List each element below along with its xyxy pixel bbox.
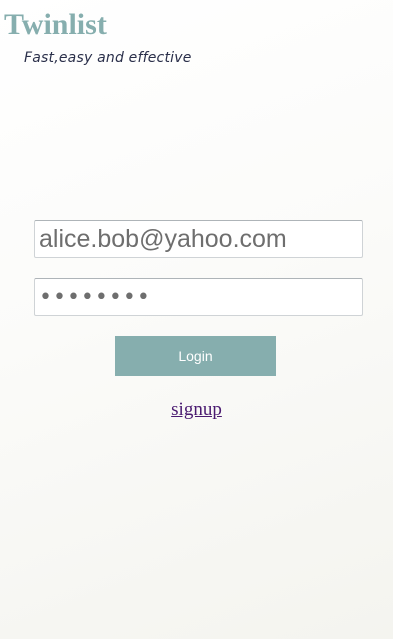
signup-link[interactable]: signup	[171, 399, 222, 420]
login-form: Login signup	[0, 0, 393, 639]
password-field[interactable]	[34, 278, 363, 316]
signup-link-container: signup	[0, 398, 393, 422]
email-field[interactable]	[34, 220, 363, 258]
login-button[interactable]: Login	[115, 336, 276, 376]
